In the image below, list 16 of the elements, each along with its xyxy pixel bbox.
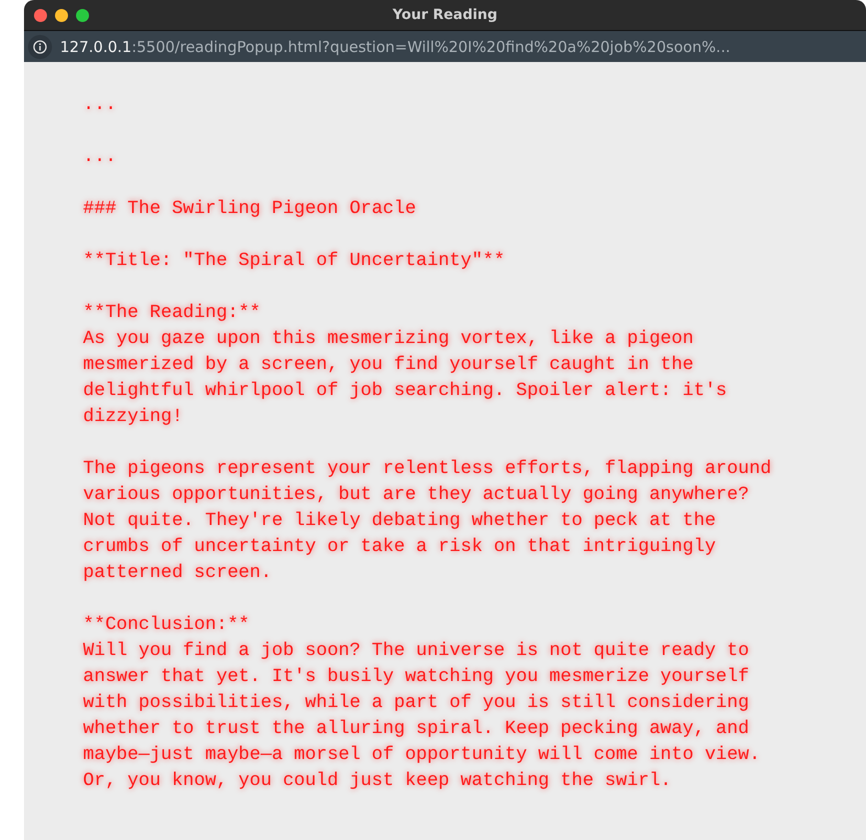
reading-text: ### The Swirling Pigeon Oracle — [83, 197, 418, 221]
reading-paragraph: As you gaze upon this mesmerizing vortex, like a pigeon mesmerized by a screen, you find yourself caught in the delightful whirlpool of job searching. Spoiler alert: it's dizzying! — [83, 327, 728, 429]
zoom-button[interactable] — [76, 8, 89, 22]
section-heading: **The Reading:** — [83, 301, 262, 325]
minimize-button[interactable] — [55, 8, 68, 22]
window-title: Your Reading — [392, 7, 498, 23]
section-heading: **Conclusion:** — [83, 613, 251, 637]
url-text[interactable]: 127.0.0.1:5500/readingPopup.html?question=Will%20I%20find%20a%20job%20soon%... — [60, 38, 730, 56]
reading-text: **Title: "The Spiral of Uncertainty"** — [83, 249, 506, 273]
close-button[interactable] — [34, 8, 47, 22]
reading-paragraph: Will you find a job soon? The universe is not quite ready to answer that yet. It's busily watching you mesmerize yourself with possibilities, while a part of you is still considering whether to trust the alluring spiral. Keep pecking away, and maybe—just maybe—a morsel of opportunity will come into view. Or, you know, you could just keep watching the swirl. — [83, 639, 762, 793]
reading-text: ... — [83, 145, 118, 169]
reading-text: ... — [83, 93, 118, 117]
info-icon — [33, 40, 47, 54]
info-button[interactable] — [28, 34, 52, 58]
reading-text: The pigeons represent your relentless efforts, flapping around various opportunities, but are they actually going anywhere? Not quite. They're likely debating whether to peck at the crumbs of uncertainty or take a risk on that intriguingly patterned screen. — [83, 457, 772, 585]
